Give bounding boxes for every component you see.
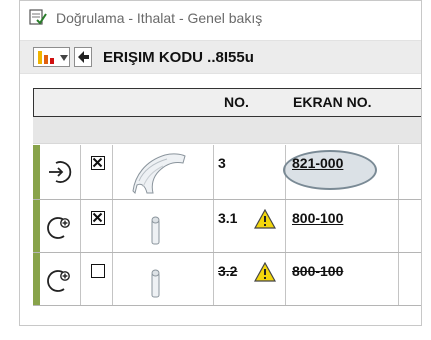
- column-divider: [213, 253, 214, 305]
- column-header-no[interactable]: NO.: [224, 94, 249, 110]
- app-window: Doğrulama - Ithalat - Genel bakış ERIŞIM…: [19, 0, 422, 326]
- row-status-bar: [33, 145, 40, 199]
- column-divider: [285, 200, 286, 252]
- toolbar: ERIŞIM KODU ..8I55u: [20, 40, 421, 74]
- row-number: 3.2: [218, 263, 238, 279]
- warning-icon: [254, 209, 276, 229]
- table-header: NO. EKRAN NO.: [33, 88, 421, 117]
- checkbox-x-icon: [92, 157, 103, 168]
- screen-number-link[interactable]: 800-100: [292, 263, 343, 279]
- access-code-label: ERIŞIM KODU ..8I55u: [103, 49, 254, 66]
- check-document-icon: [29, 9, 47, 25]
- row-status-bar: [33, 253, 40, 305]
- chevron-down-icon: [60, 55, 68, 61]
- row-checkbox[interactable]: [91, 264, 105, 278]
- row-number: 3.1: [218, 210, 238, 226]
- column-divider: [398, 145, 399, 199]
- column-divider: [112, 145, 113, 199]
- add-circle-icon: [47, 217, 70, 239]
- warning-icon: [254, 262, 276, 282]
- fender-part-image: [132, 153, 186, 194]
- view-selector-button[interactable]: [33, 47, 70, 67]
- column-divider: [80, 200, 81, 252]
- arrow-into-circle-icon: [49, 161, 72, 183]
- row-checkbox[interactable]: [91, 156, 105, 170]
- pin-part-image: [151, 269, 160, 298]
- table-row[interactable]: 3.1 800-100: [33, 200, 421, 253]
- screen-number-link[interactable]: 800-100: [292, 210, 343, 226]
- row-checkbox[interactable]: [91, 211, 105, 225]
- window-title: Doğrulama - Ithalat - Genel bakış: [56, 10, 263, 26]
- row-status-bar: [33, 200, 40, 252]
- add-circle-icon: [47, 270, 70, 292]
- column-divider: [213, 145, 214, 199]
- checkbox-x-icon: [92, 212, 103, 223]
- table-filter-row: [33, 117, 421, 144]
- pin-part-image: [151, 216, 160, 245]
- table-row[interactable]: 3 821-000: [33, 145, 421, 200]
- column-divider: [398, 253, 399, 305]
- table-row[interactable]: 3.2 800-100: [33, 253, 421, 306]
- column-divider: [213, 200, 214, 252]
- row-number: 3: [218, 155, 226, 171]
- column-divider: [398, 200, 399, 252]
- column-divider: [80, 253, 81, 305]
- column-divider: [112, 253, 113, 305]
- screen-number-link[interactable]: 821-000: [292, 155, 343, 171]
- column-divider: [285, 253, 286, 305]
- back-arrow-icon: [78, 51, 89, 63]
- column-divider: [80, 145, 81, 199]
- bar-chart-icon: [38, 51, 54, 64]
- title-bar: Doğrulama - Ithalat - Genel bakış: [20, 1, 421, 34]
- back-button[interactable]: [74, 47, 92, 67]
- column-header-screen-no[interactable]: EKRAN NO.: [293, 94, 372, 110]
- column-divider: [112, 200, 113, 252]
